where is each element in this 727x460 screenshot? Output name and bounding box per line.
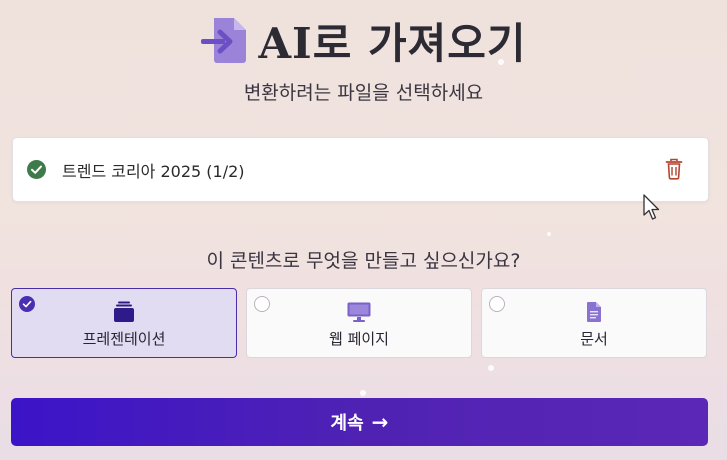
header: AI로 가져오기 변환하려는 파일을 선택하세요 bbox=[0, 12, 727, 105]
presentation-stack-icon bbox=[111, 301, 137, 323]
radio-unchecked-icon bbox=[254, 296, 270, 312]
page-subtitle: 변환하려는 파일을 선택하세요 bbox=[243, 82, 484, 104]
option-web-page[interactable]: 웹 페이지 bbox=[246, 288, 472, 358]
import-file-icon bbox=[200, 14, 252, 66]
option-label: 프레젠테이션 bbox=[82, 330, 166, 348]
option-presentation[interactable]: 프레젠테이션 bbox=[11, 288, 237, 358]
selected-file-card: 트렌드 코리아 2025 (1/2) bbox=[12, 137, 709, 202]
option-label: 웹 페이지 bbox=[329, 330, 389, 348]
trash-icon[interactable] bbox=[665, 158, 683, 180]
page-title: AI로 가져오기 bbox=[258, 18, 527, 68]
option-label: 문서 bbox=[580, 330, 608, 348]
continue-button-label: 계속 bbox=[330, 413, 364, 434]
radio-checked-icon bbox=[19, 296, 35, 312]
monitor-icon bbox=[346, 301, 372, 323]
arrow-right-icon: → bbox=[371, 410, 389, 434]
check-circle-icon bbox=[27, 160, 46, 179]
file-name: 트렌드 코리아 2025 (1/2) bbox=[62, 162, 245, 181]
document-icon bbox=[581, 301, 607, 323]
content-type-options: 프레젠테이션 웹 페이지 문서 bbox=[11, 288, 708, 359]
content-type-question: 이 콘텐츠로 무엇을 만들고 싶으신가요? bbox=[206, 250, 521, 272]
option-document[interactable]: 문서 bbox=[481, 288, 707, 358]
title-row: AI로 가져오기 bbox=[0, 12, 727, 68]
mouse-cursor-icon bbox=[643, 194, 661, 222]
continue-button[interactable]: 계속 → bbox=[11, 398, 708, 446]
sparkle-dot bbox=[488, 365, 494, 371]
sparkle-dot bbox=[360, 390, 366, 396]
sparkle-dot bbox=[547, 232, 551, 236]
radio-unchecked-icon bbox=[489, 296, 505, 312]
